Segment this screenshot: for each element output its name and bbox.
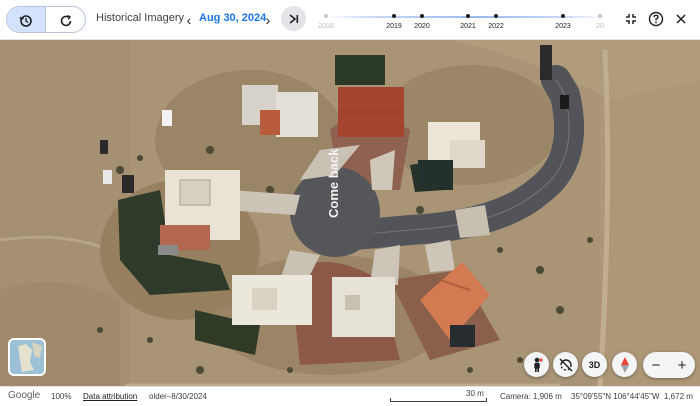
previous-date-button[interactable]: ‹ xyxy=(182,10,196,30)
timeline-tick[interactable] xyxy=(598,14,602,18)
timeline-tick[interactable] xyxy=(324,14,328,18)
zoom-control: − + xyxy=(643,352,695,378)
coordinates: 35°09'55"N 106°44'45"W xyxy=(571,392,660,401)
timeline-tick[interactable] xyxy=(561,14,565,18)
satellite-map[interactable]: Come back xyxy=(0,40,700,386)
zoom-percentage: 100% xyxy=(51,392,72,401)
imagery-timeline[interactable]: 2018 2019 2020 2021 2022 2023 20 xyxy=(318,8,606,34)
skip-to-end-icon xyxy=(289,13,298,24)
chevron-right-icon: › xyxy=(265,12,271,28)
collapse-icon xyxy=(626,14,636,24)
timeline-year-label: 2020 xyxy=(414,23,430,30)
imagery-date-range: older–8/30/2024 xyxy=(149,392,207,401)
next-date-button[interactable]: › xyxy=(261,10,275,30)
data-attribution-link[interactable]: Data attribution xyxy=(83,392,137,401)
collapse-button[interactable] xyxy=(620,8,642,30)
imagery-mode-toggle xyxy=(6,6,86,33)
historical-imagery-button[interactable] xyxy=(7,7,47,32)
timeline-year-label: 20 xyxy=(596,23,604,30)
compass-icon xyxy=(620,356,629,373)
timeline-year-label: 2018 xyxy=(318,23,334,30)
close-icon xyxy=(676,14,686,24)
3d-toggle-button[interactable]: 3D xyxy=(582,352,607,377)
close-button[interactable] xyxy=(670,8,692,30)
layers-minimap[interactable] xyxy=(8,338,46,376)
compass-button[interactable] xyxy=(612,352,637,377)
timeline-year-label: 2023 xyxy=(555,23,571,30)
jump-to-latest-button[interactable] xyxy=(281,6,306,31)
refresh-icon xyxy=(60,14,71,26)
3d-label: 3D xyxy=(588,359,601,370)
panel-title: Historical Imagery xyxy=(96,12,185,24)
history-icon xyxy=(19,14,32,27)
zoom-in-button[interactable]: + xyxy=(669,352,695,378)
pegman-icon xyxy=(533,357,543,372)
current-imagery-button[interactable] xyxy=(46,7,85,32)
street-view-button[interactable] xyxy=(524,352,549,377)
historical-imagery-toolbar: Historical Imagery ‹ Aug 30, 2024 › 2018… xyxy=(0,0,700,40)
timeline-tick[interactable] xyxy=(420,14,424,18)
help-icon xyxy=(648,11,664,27)
google-logo: Google xyxy=(8,390,41,401)
chevron-left-icon: ‹ xyxy=(186,12,192,28)
scale-bar xyxy=(390,398,487,402)
status-bar: Google 100% Data attribution older–8/30/… xyxy=(0,386,700,406)
tilt-icon xyxy=(559,358,572,371)
timeline-year-label: 2022 xyxy=(488,23,504,30)
help-button[interactable] xyxy=(645,8,667,30)
camera-altitude: Camera: 1,906 m xyxy=(500,392,562,401)
minimap-thumbnail-icon xyxy=(10,340,44,374)
satellite-imagery: Come back xyxy=(0,40,700,386)
scale-label: 30 m xyxy=(466,389,484,398)
timeline-tick[interactable] xyxy=(392,14,396,18)
tilt-toggle-button[interactable] xyxy=(553,352,578,377)
ground-elevation: 1,672 m xyxy=(664,392,693,401)
selected-date[interactable]: Aug 30, 2024 xyxy=(199,12,266,24)
zoom-out-button[interactable]: − xyxy=(643,352,669,378)
timeline-tick[interactable] xyxy=(466,14,470,18)
timeline-tick[interactable] xyxy=(494,14,498,18)
timeline-year-label: 2021 xyxy=(460,23,476,30)
road-painted-text: Come back xyxy=(326,148,341,218)
timeline-year-label: 2019 xyxy=(386,23,402,30)
